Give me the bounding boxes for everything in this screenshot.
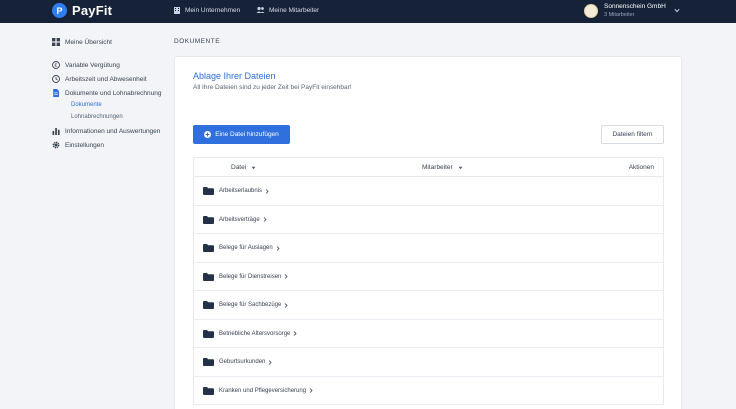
- filter-files-button[interactable]: Dateien filtern: [601, 125, 664, 144]
- sidebar-item-overview[interactable]: Meine Übersicht: [52, 38, 112, 46]
- folder-name-text: Kranken und Pflegeversicherung: [219, 387, 307, 394]
- account-text: Sonnenschein GmbH 3 Mitarbeiter: [604, 3, 666, 19]
- folder-icon: [203, 187, 214, 195]
- nav-my-company-label: Mein Unternehmen: [185, 6, 241, 14]
- sidebar-item-label: Informationen und Auswertungen: [65, 127, 161, 135]
- svg-text:€: €: [54, 63, 57, 69]
- folder-name: Geburtsurkunden: [219, 359, 272, 365]
- sidebar-item-documents[interactable]: Dokumente und Lohnabrechnung: [52, 89, 162, 97]
- table-row[interactable]: Belege für Dienstreisen: [193, 262, 664, 291]
- sort-down-icon: [458, 166, 463, 169]
- column-header-actions: Aktionen: [628, 164, 654, 171]
- account-switcher[interactable]: Sonnenschein GmbH 3 Mitarbeiter: [584, 3, 666, 19]
- sidebar-item-settings[interactable]: Einstellungen: [52, 141, 104, 149]
- euro-icon: €: [52, 61, 60, 69]
- sidebar-subitem-documents[interactable]: Dokumente: [71, 102, 102, 108]
- folder-icon: [203, 329, 214, 338]
- top-bar: P PayFit Mein Unternehmen Meine Mitarbei…: [0, 0, 736, 23]
- folder-name: Arbeitsverträge: [219, 217, 267, 223]
- payfit-logo-icon: P: [52, 3, 67, 18]
- sidebar-item-label: Dokumente und Lohnabrechnung: [65, 89, 162, 97]
- plus-circle-icon: [204, 131, 212, 138]
- chevron-right-icon: [269, 359, 272, 365]
- table-row[interactable]: Betriebliche Altersvorsorge: [193, 319, 664, 348]
- payfit-logo-text: PayFit: [72, 3, 113, 18]
- folder-name-text: Belege für Auslagen: [219, 245, 273, 251]
- sidebar-item-label: Meine Übersicht: [65, 38, 112, 46]
- folder-name-text: Arbeitsverträge: [219, 216, 260, 223]
- chevron-down-icon[interactable]: [674, 8, 680, 13]
- column-header-label: Datei: [231, 164, 247, 171]
- folder-icon: [203, 272, 214, 281]
- table-row[interactable]: Arbeitsverträge: [193, 205, 664, 234]
- folder-name: Betriebliche Altersvorsorge: [219, 331, 297, 337]
- chevron-right-icon: [309, 388, 313, 393]
- add-file-button-label: Eine Datei hinzufügen: [215, 131, 279, 138]
- folder-name-text: Betriebliche Altersvorsorge: [219, 330, 291, 337]
- company-name: Sonnenschein GmbH: [604, 3, 666, 10]
- sidebar-item-label: Variable Vergütung: [65, 61, 120, 69]
- chevron-right-icon: [294, 331, 297, 336]
- dashboard-icon: [52, 38, 60, 46]
- table-header: Datei Mitarbeiter Aktionen: [193, 157, 664, 177]
- add-file-button[interactable]: Eine Datei hinzufügen: [193, 125, 290, 144]
- folder-name-text: Arbeitserlaubnis: [219, 188, 263, 194]
- folder-name-text: Geburtsurkunden: [219, 359, 266, 365]
- chevron-right-icon: [285, 274, 288, 279]
- section-label: DOKUMENTE: [174, 38, 221, 45]
- sidebar-item-variable-pay[interactable]: € Variable Vergütung: [52, 61, 120, 69]
- folder-icon: [203, 386, 214, 395]
- folder-name-text: Belege für Sachbezüge: [219, 302, 282, 308]
- chevron-right-icon: [276, 245, 280, 251]
- folder-name: Arbeitserlaubnis: [219, 188, 269, 194]
- folder-name: Belege für Dienstreisen: [219, 274, 288, 280]
- sidebar-item-label: Arbeitszeit und Abwesenheit: [65, 75, 147, 83]
- column-header-employee[interactable]: Mitarbeiter: [422, 164, 463, 171]
- folder-icon: [203, 358, 214, 366]
- payfit-logo[interactable]: P PayFit: [52, 3, 112, 18]
- folder-name-text: Belege für Dienstreisen: [219, 273, 282, 280]
- table-row[interactable]: Geburtsurkunden: [193, 348, 664, 377]
- bar-chart-icon: [52, 128, 60, 135]
- document-icon: [53, 89, 59, 97]
- chevron-right-icon: [265, 188, 269, 194]
- sidebar-item-label: Einstellungen: [65, 141, 105, 149]
- folder-icon: [203, 215, 214, 224]
- nav-my-company[interactable]: Mein Unternehmen: [173, 6, 240, 14]
- sidebar-item-reports[interactable]: Informationen und Auswertungen: [52, 127, 160, 135]
- nav-my-employees-label: Meine Mitarbeiter: [269, 6, 320, 14]
- gear-icon: [52, 141, 60, 149]
- table-row[interactable]: Belege für Sachbezüge: [193, 291, 664, 320]
- sidebar-item-working-time[interactable]: Arbeitszeit und Abwesenheit: [52, 75, 147, 83]
- card-title: Ablage Ihrer Dateien: [193, 71, 276, 81]
- folder-name: Belege für Auslagen: [219, 245, 280, 251]
- sort-down-icon: [251, 166, 256, 169]
- documents-card: Ablage Ihrer Dateien All Ihre Dateien si…: [174, 56, 682, 409]
- table-row[interactable]: Arbeitserlaubnis: [193, 177, 664, 206]
- column-header-file[interactable]: Datei: [231, 164, 256, 171]
- table-row[interactable]: Kranken und Pflegeversicherung: [193, 376, 664, 405]
- column-header-label: Mitarbeiter: [422, 164, 453, 171]
- files-table: Datei Mitarbeiter Aktionen Arbeitserlaub…: [193, 157, 664, 405]
- folder-icon: [203, 301, 214, 309]
- card-subtitle: All Ihre Dateien sind zu jeder Zeit bei …: [193, 84, 352, 91]
- sidebar-subitem-payslips[interactable]: Lohnabrechnungen: [71, 114, 123, 120]
- table-row[interactable]: Belege für Auslagen: [193, 234, 664, 263]
- people-icon: [256, 6, 265, 13]
- nav-my-employees[interactable]: Meine Mitarbeiter: [256, 6, 319, 14]
- folder-name: Kranken und Pflegeversicherung: [219, 388, 313, 394]
- employee-count: 3 Mitarbeiter: [604, 12, 635, 18]
- company-avatar: [584, 4, 598, 18]
- clock-icon: [52, 75, 60, 83]
- building-icon: [174, 7, 180, 14]
- chevron-right-icon: [285, 302, 288, 308]
- folder-icon: [203, 244, 214, 252]
- chevron-right-icon: [263, 217, 267, 222]
- folder-name: Belege für Sachbezüge: [219, 302, 288, 308]
